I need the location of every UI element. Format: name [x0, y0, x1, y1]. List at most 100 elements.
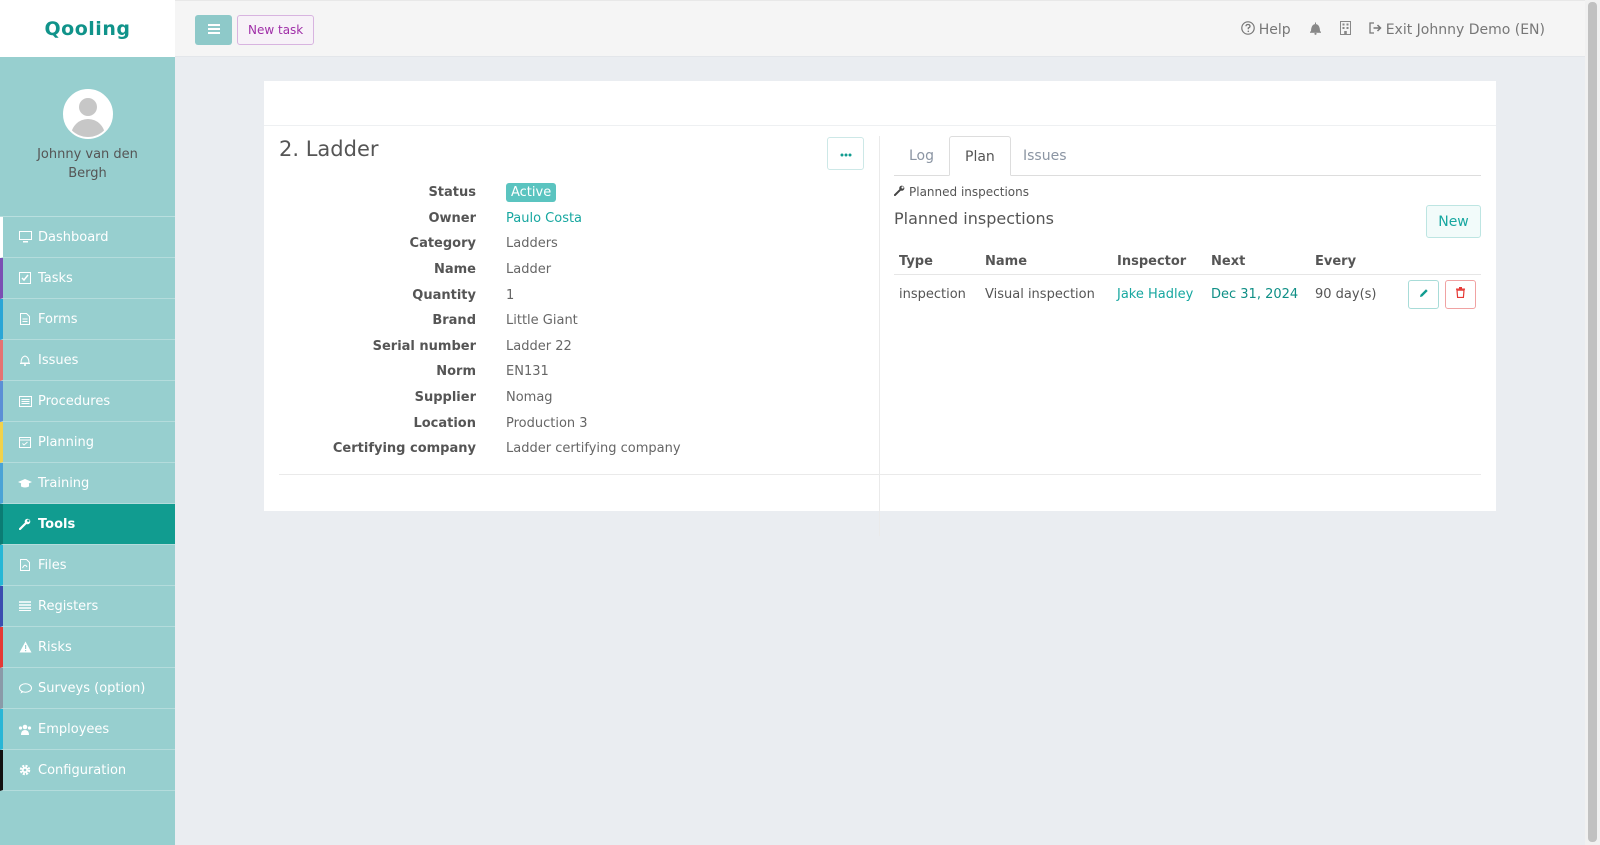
panel-header — [264, 81, 1496, 126]
column-header-inspector[interactable]: Inspector — [1112, 254, 1206, 269]
users-icon — [18, 722, 32, 736]
new-inspection-button[interactable]: New — [1426, 205, 1481, 238]
top-bar: New task Help Exit Johnny Demo (EN) — [175, 0, 1585, 57]
edit-button[interactable] — [1408, 279, 1439, 309]
column-header-next[interactable]: Next — [1206, 254, 1310, 269]
hamburger-icon — [207, 23, 220, 38]
detail-label: Certifying company — [332, 441, 476, 457]
file-pdf-icon — [18, 558, 32, 572]
detail-value: Little Giant — [506, 313, 578, 329]
menu-toggle-button[interactable] — [195, 15, 232, 45]
sign-out-icon — [1369, 21, 1382, 38]
sidebar-item-procedures[interactable]: Procedures — [0, 381, 175, 422]
sidebar: Qooling Johnny van den Bergh Dashboard T… — [0, 0, 175, 845]
page-title: 2. Ladder — [279, 137, 379, 161]
gear-icon — [18, 763, 32, 777]
notifications-button[interactable] — [1309, 21, 1322, 39]
ellipsis-icon — [840, 146, 852, 161]
pencil-icon — [1419, 287, 1429, 302]
list-alt-icon — [18, 394, 32, 408]
sidebar-item-issues[interactable]: Issues — [0, 340, 175, 381]
table-row: inspection Visual inspection Jake Hadley… — [894, 275, 1481, 313]
new-task-button[interactable]: New task — [237, 15, 315, 45]
tool-detail-panel: 2. Ladder Status Active Owner Paulo Cost… — [264, 81, 1496, 536]
user-profile: Johnny van den Bergh — [0, 57, 175, 217]
detail-row-category: Category Ladders — [264, 231, 864, 257]
avatar[interactable] — [62, 89, 113, 139]
sidebar-item-label: Dashboard — [38, 229, 109, 245]
exit-label: Exit Johnny Demo (EN) — [1385, 21, 1545, 38]
column-header-name[interactable]: Name — [980, 254, 1112, 269]
detail-tabs: Log Plan Issues — [894, 136, 1481, 176]
detail-value: Production 3 — [506, 415, 588, 431]
monitor-icon — [18, 230, 32, 244]
app-logo[interactable]: Qooling — [45, 18, 131, 40]
sidebar-item-label: Risks — [38, 639, 72, 655]
detail-row-name: Name Ladder — [264, 257, 864, 283]
detail-row-norm: Norm EN131 — [264, 359, 864, 385]
sidebar-item-training[interactable]: Training — [0, 463, 175, 504]
sidebar-item-label: Tools — [38, 516, 76, 532]
sidebar-item-label: Surveys (option) — [38, 680, 146, 696]
sidebar-item-label: Configuration — [38, 762, 127, 778]
top-right-menu: Help Exit Johnny Demo (EN) — [1240, 1, 1545, 58]
sidebar-item-risks[interactable]: Risks — [0, 627, 175, 668]
sidebar-item-employees[interactable]: Employees — [0, 709, 175, 750]
help-link[interactable]: Help — [1240, 20, 1291, 39]
detail-value: Ladder 22 — [506, 338, 572, 354]
column-header-type[interactable]: Type — [894, 254, 980, 269]
cell-type: inspection — [899, 286, 966, 302]
inspector-link[interactable]: Jake Hadley — [1112, 287, 1206, 302]
exit-link[interactable]: Exit Johnny Demo (EN) — [1369, 22, 1545, 38]
logo-bar: Qooling — [0, 0, 175, 57]
detail-label: Name — [433, 262, 476, 278]
sidebar-item-tasks[interactable]: Tasks — [0, 258, 175, 299]
detail-value: 1 — [506, 287, 515, 303]
next-date-link[interactable]: Dec 31, 2024 — [1206, 287, 1310, 302]
column-header-every[interactable]: Every — [1310, 254, 1406, 269]
detail-row-brand: Brand Little Giant — [264, 308, 864, 334]
section-title: Planned inspections — [894, 209, 1054, 228]
scrollbar-thumb[interactable] — [1588, 2, 1597, 842]
more-options-button[interactable] — [827, 137, 864, 170]
warning-icon — [18, 640, 32, 654]
breadcrumb-label: Planned inspections — [909, 185, 1029, 199]
detail-row-status: Status Active — [264, 180, 864, 206]
tab-plan[interactable]: Plan — [949, 136, 1011, 176]
sidebar-item-label: Employees — [38, 721, 110, 737]
help-label: Help — [1258, 21, 1291, 38]
tab-log[interactable]: Log — [894, 136, 949, 176]
user-name: Johnny van den Bergh — [37, 147, 138, 181]
cell-every: 90 day(s) — [1315, 286, 1377, 302]
detail-label: Serial number — [372, 338, 476, 354]
owner-link[interactable]: Paulo Costa — [506, 211, 582, 226]
wrench-icon — [893, 185, 905, 199]
tab-issues[interactable]: Issues — [1008, 136, 1082, 176]
detail-value: Ladders — [506, 236, 558, 252]
sidebar-item-label: Planning — [38, 434, 94, 450]
sidebar-item-files[interactable]: Files — [0, 545, 175, 586]
detail-value: Nomag — [506, 390, 553, 406]
detail-label: Location — [413, 415, 476, 431]
wrench-icon — [18, 517, 32, 531]
sidebar-item-planning[interactable]: Planning — [0, 422, 175, 463]
detail-label: Quantity — [412, 287, 476, 303]
bell-icon — [18, 353, 32, 367]
detail-row-certifying-company: Certifying company Ladder certifying com… — [264, 436, 864, 462]
building-button[interactable] — [1339, 20, 1351, 39]
detail-row-location: Location Production 3 — [264, 410, 864, 436]
sidebar-item-configuration[interactable]: Configuration — [0, 750, 175, 791]
delete-button[interactable] — [1445, 279, 1476, 309]
sidebar-item-surveys[interactable]: Surveys (option) — [0, 668, 175, 709]
tool-details: Status Active Owner Paulo Costa Category… — [264, 180, 864, 462]
sidebar-item-registers[interactable]: Registers — [0, 586, 175, 627]
cell-name: Visual inspection — [985, 286, 1095, 302]
detail-row-quantity: Quantity 1 — [264, 282, 864, 308]
detail-value: Ladder — [506, 262, 552, 278]
sidebar-item-tools[interactable]: Tools — [0, 504, 175, 545]
detail-row-owner: Owner Paulo Costa — [264, 206, 864, 232]
detail-label: Brand — [432, 313, 476, 329]
sidebar-item-forms[interactable]: Forms — [0, 299, 175, 340]
sidebar-item-dashboard[interactable]: Dashboard — [0, 217, 175, 258]
graduation-cap-icon — [18, 476, 32, 490]
